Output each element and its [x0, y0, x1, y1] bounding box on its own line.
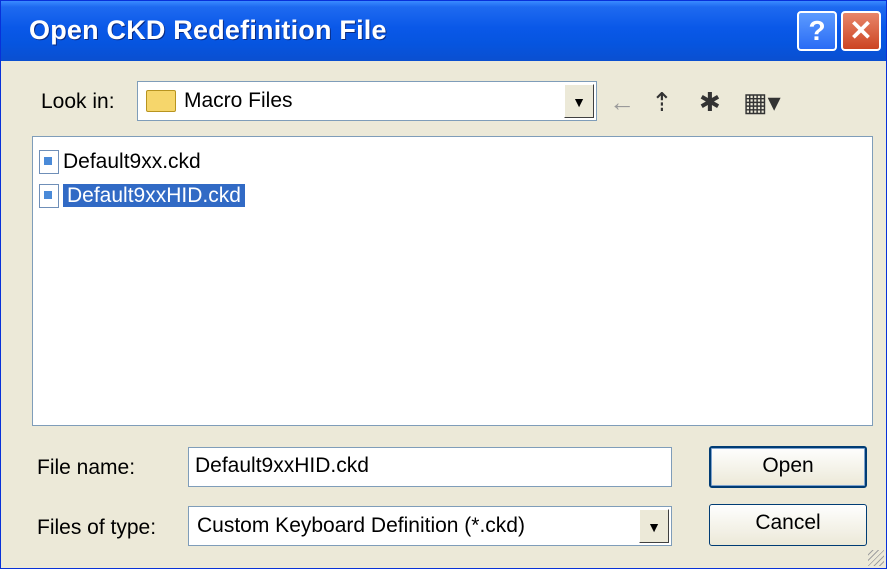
up-folder-icon[interactable]: ⇡ [651, 87, 673, 118]
resize-grip[interactable] [868, 550, 884, 566]
look-in-value: Macro Files [184, 89, 293, 112]
file-name-label: File name: [37, 456, 136, 479]
file-type-label: Files of type: [37, 516, 157, 539]
list-item-selected[interactable]: Default9xxHID.ckd [39, 181, 245, 211]
file-list[interactable]: Default9xx.ckd Default9xxHID.ckd [32, 136, 873, 426]
dialog-title: Open CKD Redefinition File [29, 15, 387, 45]
file-type-dropdown[interactable]: Custom Keyboard Definition (*.ckd) ▼ [188, 506, 672, 546]
look-in-dropdown-button[interactable]: ▼ [564, 84, 594, 118]
file-name-input[interactable]: Default9xxHID.ckd [188, 447, 672, 487]
open-file-dialog: Open CKD Redefinition File ? ✕ Look in: … [0, 0, 887, 569]
cancel-button[interactable]: Cancel [709, 504, 867, 546]
help-button[interactable]: ? [797, 11, 837, 51]
file-icon [39, 150, 59, 175]
new-folder-icon[interactable]: ✱ [699, 87, 721, 118]
file-icon [39, 184, 59, 209]
look-in-label: Look in: [41, 90, 115, 113]
open-button[interactable]: Open [709, 446, 867, 488]
back-icon[interactable]: ← [609, 87, 635, 118]
title-bar[interactable]: Open CKD Redefinition File ? ✕ [1, 1, 886, 61]
file-name-text: Default9xx.ckd [63, 150, 201, 173]
file-type-dropdown-button[interactable]: ▼ [639, 509, 669, 543]
close-button[interactable]: ✕ [841, 11, 881, 51]
file-name-text: Default9xxHID.ckd [63, 184, 245, 207]
look-in-dropdown[interactable]: Macro Files ▼ [137, 81, 597, 121]
list-item[interactable]: Default9xx.ckd [39, 147, 201, 177]
file-type-value: Custom Keyboard Definition (*.ckd) [197, 514, 525, 537]
folder-icon [146, 90, 176, 112]
views-menu-icon[interactable]: ▦▾ [743, 87, 781, 118]
